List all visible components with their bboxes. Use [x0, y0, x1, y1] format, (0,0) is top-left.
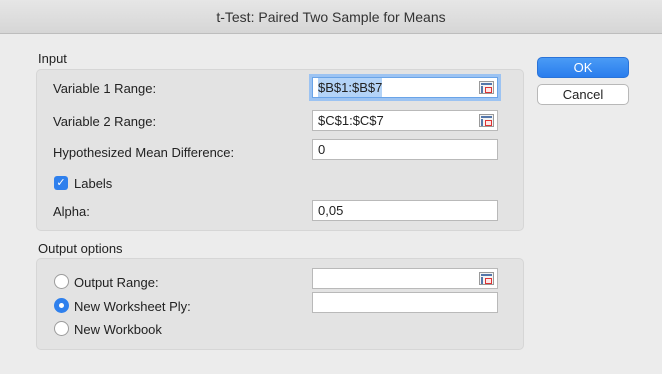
ok-button[interactable]: OK — [537, 57, 629, 78]
new-workbook-label: New Workbook — [74, 322, 162, 337]
variable1-range-field[interactable]: $B$1:$B$7 — [312, 77, 498, 98]
alpha-field[interactable]: 0,05 — [312, 200, 498, 221]
new-worksheet-ply-field[interactable] — [312, 292, 498, 313]
new-workbook-radio[interactable] — [54, 321, 69, 336]
checkmark-icon: ✓ — [56, 177, 66, 189]
variable2-range-label: Variable 2 Range: — [53, 114, 157, 129]
mean-difference-field[interactable]: 0 — [312, 139, 498, 160]
range-selector-icon[interactable] — [479, 114, 494, 127]
new-worksheet-ply-radio[interactable] — [54, 298, 69, 313]
output-range-field[interactable] — [312, 268, 498, 289]
new-worksheet-ply-label: New Worksheet Ply: — [74, 299, 191, 314]
output-range-radio[interactable] — [54, 274, 69, 289]
input-section-label: Input — [38, 51, 67, 66]
labels-checkbox-label: Labels — [74, 176, 113, 191]
variable1-range-label: Variable 1 Range: — [53, 81, 157, 96]
alpha-label: Alpha: — [53, 204, 90, 219]
output-section-label: Output options — [38, 241, 123, 256]
variable2-range-value: $C$1:$C$7 — [318, 113, 384, 128]
alpha-value: 0,05 — [318, 203, 344, 218]
cancel-button[interactable]: Cancel — [537, 84, 629, 105]
variable2-range-field[interactable]: $C$1:$C$7 — [312, 110, 498, 131]
labels-checkbox[interactable]: ✓ — [54, 176, 68, 190]
variable1-range-value: $B$1:$B$7 — [318, 78, 383, 97]
range-selector-icon[interactable] — [479, 81, 494, 94]
mean-difference-label: Hypothesized Mean Difference: — [53, 145, 235, 160]
range-selector-icon[interactable] — [479, 272, 494, 285]
mean-difference-value: 0 — [318, 142, 326, 157]
dialog-title: t-Test: Paired Two Sample for Means — [0, 0, 662, 34]
output-range-label: Output Range: — [74, 275, 159, 290]
